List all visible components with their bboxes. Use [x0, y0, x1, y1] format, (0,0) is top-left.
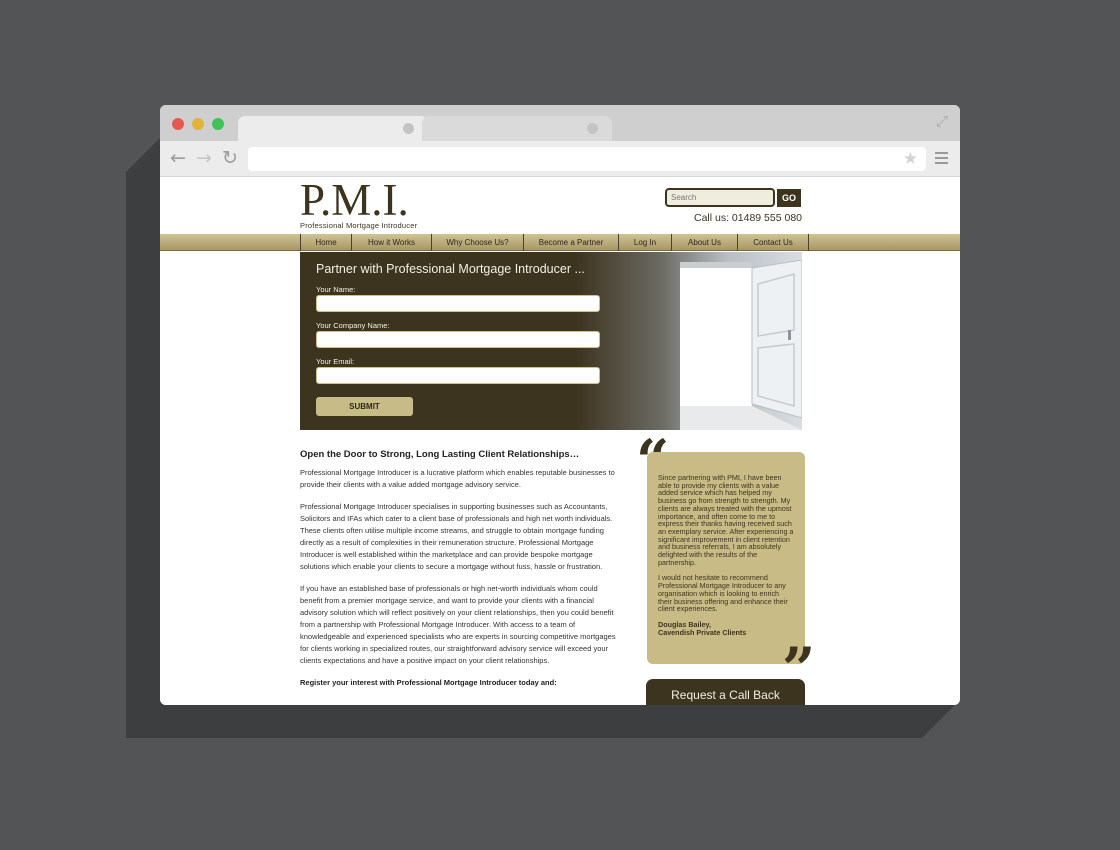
email-input[interactable]	[316, 367, 600, 384]
testimonial-box: Since partnering with PMI, I have been a…	[647, 452, 805, 664]
name-field-label: Your Name:	[316, 285, 356, 294]
site-logo[interactable]: P.M.I. Professional Mortgage Introducer	[300, 177, 418, 231]
nav-item-how-it-works[interactable]: How it Works	[351, 234, 431, 251]
search-input[interactable]	[665, 188, 775, 207]
close-window-button[interactable]	[172, 118, 184, 130]
title-bar: ⤢	[160, 105, 960, 141]
content-paragraph: Professional Mortgage Introducer special…	[300, 502, 613, 571]
phone-number: Call us: 01489 555 080	[694, 212, 802, 224]
company-name-input[interactable]	[316, 331, 600, 348]
web-page: P.M.I. Professional Mortgage Introducer …	[160, 177, 960, 705]
content-paragraph: Professional Mortgage Introducer is a lu…	[300, 468, 615, 489]
tab-close-icon[interactable]	[403, 123, 414, 134]
browser-menu-icon[interactable]	[935, 152, 948, 167]
email-field-label: Your Email:	[316, 357, 355, 366]
content-paragraph: If you have an established base of profe…	[300, 584, 616, 665]
search-go-button[interactable]: GO	[777, 189, 801, 207]
nav-item-contact-us[interactable]: Contact Us	[737, 234, 808, 251]
bookmark-star-icon[interactable]: ★	[903, 149, 918, 169]
main-navigation: Home How it Works Why Choose Us? Become …	[160, 234, 960, 251]
request-callback-button[interactable]: Request a Call Back	[646, 679, 805, 705]
forward-arrow-icon[interactable]: →	[196, 148, 212, 168]
browser-toolbar: ← → ↻ ★	[160, 141, 960, 177]
browser-window: ⤢ ← → ↻ ★ P.M.I. Professional Mortgage I…	[160, 105, 960, 705]
address-bar[interactable]: ★	[248, 147, 926, 171]
nav-item-about-us[interactable]: About Us	[671, 234, 737, 251]
fullscreen-icon[interactable]: ⤢	[936, 113, 952, 129]
back-arrow-icon[interactable]: ←	[170, 148, 186, 168]
nav-divider	[808, 234, 809, 251]
submit-button[interactable]: SUBMIT	[316, 397, 413, 416]
register-interest-text: Register your interest with Professional…	[300, 678, 557, 687]
nav-item-become-a-partner[interactable]: Become a Partner	[523, 234, 618, 251]
browser-tab-inactive[interactable]	[422, 116, 612, 141]
main-content: Open the Door to Strong, Long Lasting Cl…	[300, 449, 618, 699]
nav-item-log-in[interactable]: Log In	[618, 234, 671, 251]
nav-item-why-choose-us[interactable]: Why Choose Us?	[431, 234, 523, 251]
minimize-window-button[interactable]	[192, 118, 204, 130]
maximize-window-button[interactable]	[212, 118, 224, 130]
company-field-label: Your Company Name:	[316, 321, 390, 330]
reload-icon[interactable]: ↻	[222, 148, 238, 168]
nav-item-home[interactable]: Home	[300, 234, 351, 251]
content-heading: Open the Door to Strong, Long Lasting Cl…	[300, 449, 580, 460]
name-input[interactable]	[316, 295, 600, 312]
browser-tab-active[interactable]	[238, 116, 428, 141]
banner-title: Partner with Professional Mortgage Intro…	[316, 262, 585, 276]
logo-text: P.M.I.	[300, 177, 409, 225]
testimonial-author-company: Cavendish Private Clients	[658, 627, 747, 637]
open-door-image	[680, 260, 802, 430]
testimonial-text: I would not hesitate to recommend Profes…	[658, 573, 788, 614]
partner-signup-banner: Partner with Professional Mortgage Intro…	[300, 252, 802, 430]
logo-subtitle: Professional Mortgage Introducer	[300, 221, 418, 230]
testimonial-text: Since partnering with PMI, I have been a…	[658, 473, 794, 567]
tab-close-icon[interactable]	[587, 123, 598, 134]
